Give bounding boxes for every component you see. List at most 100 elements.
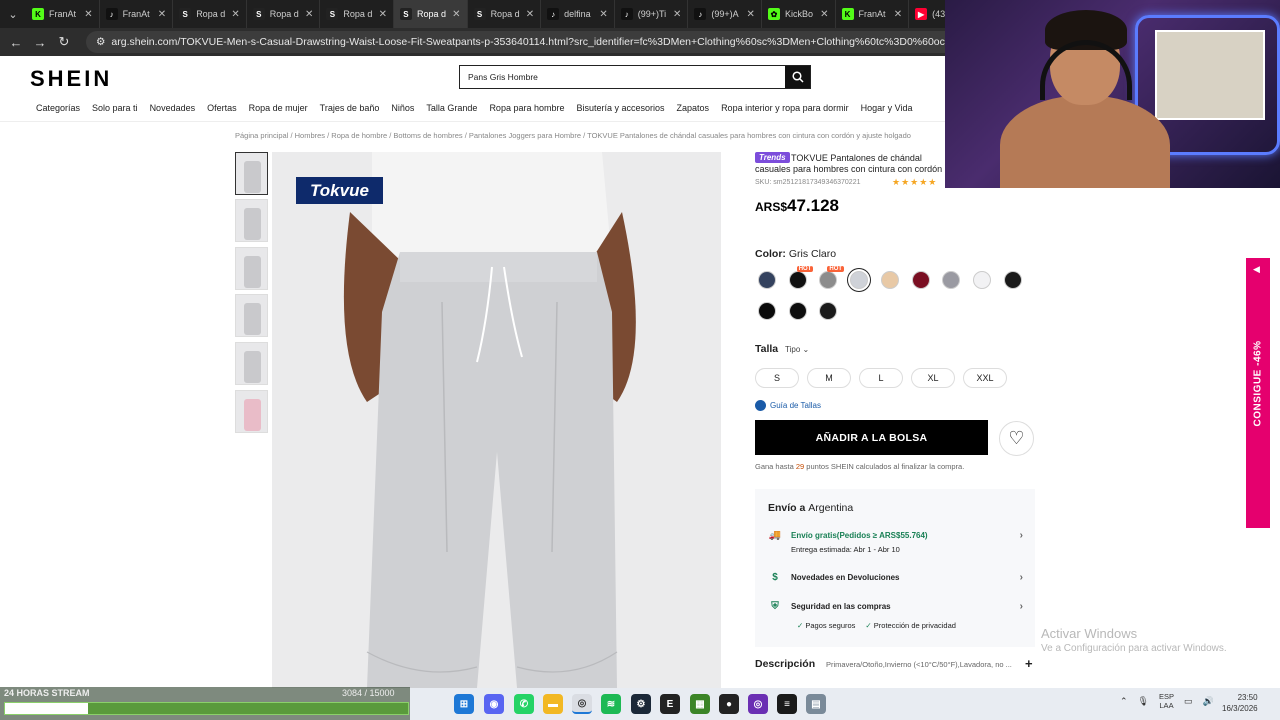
color-swatch[interactable] <box>819 271 838 289</box>
tab-close-icon[interactable]: ✕ <box>379 9 387 20</box>
nav-item[interactable]: Zapatos <box>677 103 710 113</box>
main-product-image[interactable] <box>272 152 721 688</box>
gallery-thumbnail[interactable] <box>235 199 268 242</box>
size-option[interactable]: XXL <box>963 368 1007 388</box>
color-swatch[interactable] <box>788 302 807 320</box>
returns-row[interactable]: $ Novedades en Devoluciones › <box>768 571 1023 583</box>
expand-plus-icon[interactable]: + <box>1025 656 1033 671</box>
size-option[interactable]: S <box>755 368 799 388</box>
browser-tab[interactable]: ✿ KickBo ✕ <box>762 0 836 28</box>
browser-tab[interactable]: S Ropa d ✕ <box>468 0 542 28</box>
tab-close-icon[interactable]: ✕ <box>305 9 313 20</box>
nav-item[interactable]: Categorías <box>36 103 80 113</box>
chrome-icon[interactable]: ◎ <box>572 694 592 714</box>
nav-item[interactable]: Talla Grande <box>426 103 477 113</box>
spotify-icon[interactable]: ≋ <box>601 694 621 714</box>
back-icon[interactable]: ← <box>6 32 26 52</box>
color-swatch[interactable] <box>911 271 930 289</box>
discord-icon[interactable]: ◉ <box>484 694 504 714</box>
color-swatch[interactable] <box>758 271 776 289</box>
app-icon[interactable]: ◎ <box>748 694 768 714</box>
nav-item[interactable]: Trajes de baño <box>320 103 380 113</box>
color-swatch[interactable] <box>972 271 991 289</box>
gallery-thumbnail[interactable] <box>235 247 268 290</box>
color-swatch[interactable] <box>758 302 776 320</box>
tab-close-icon[interactable]: ✕ <box>231 9 239 20</box>
forward-icon[interactable]: → <box>30 32 50 52</box>
gallery-thumbnail[interactable] <box>235 390 268 433</box>
tab-search-icon[interactable]: ⌄ <box>0 0 26 28</box>
reload-icon[interactable]: ↻ <box>54 32 74 52</box>
steam-icon[interactable]: ⚙ <box>631 694 651 714</box>
size-type-dropdown[interactable]: Tipo ⌄ <box>785 345 809 354</box>
nav-item[interactable]: Novedades <box>150 103 196 113</box>
microphone-icon[interactable]: 🎙 <box>1138 696 1149 707</box>
gallery-thumbnail[interactable] <box>235 342 268 385</box>
promo-side-tab[interactable]: ◀ CONSIGUE -46% <box>1246 258 1270 528</box>
taskbar-clock[interactable]: 23:50 16/3/2026 <box>1222 692 1258 714</box>
nav-item[interactable]: Hogar y Vida <box>861 103 913 113</box>
add-to-bag-button[interactable]: AÑADIR A LA BOLSA <box>755 420 988 455</box>
tab-close-icon[interactable]: ✕ <box>84 9 92 20</box>
browser-tab[interactable]: S Ropa d ✕ <box>320 0 394 28</box>
tab-close-icon[interactable]: ✕ <box>747 9 755 20</box>
nav-item[interactable]: Solo para ti <box>92 103 138 113</box>
color-swatch[interactable] <box>819 302 838 320</box>
browser-tab[interactable]: ♪ delfina ✕ <box>541 0 615 28</box>
search-button[interactable] <box>785 66 810 88</box>
description-label[interactable]: Descripción <box>755 658 815 670</box>
tab-close-icon[interactable]: ✕ <box>820 9 828 20</box>
nav-item[interactable]: Ropa para hombre <box>489 103 564 113</box>
terminal-icon[interactable]: ≡ <box>777 694 797 714</box>
tab-close-icon[interactable]: ✕ <box>894 9 902 20</box>
size-option[interactable]: L <box>859 368 903 388</box>
search-input[interactable]: Pans Gris Hombre <box>460 66 785 88</box>
shipping-title[interactable]: Envío a Argentina <box>768 502 853 514</box>
calculator-icon[interactable]: ▤ <box>806 694 826 714</box>
language-indicator[interactable]: ESP LAA <box>1159 692 1174 710</box>
color-swatch[interactable] <box>788 271 807 289</box>
browser-tab[interactable]: ♪ (99+)Ti ✕ <box>615 0 689 28</box>
tab-close-icon[interactable]: ✕ <box>158 9 166 20</box>
color-swatch[interactable] <box>880 271 899 289</box>
color-swatch[interactable] <box>1003 271 1022 289</box>
size-option[interactable]: M <box>807 368 851 388</box>
gallery-thumbnail[interactable] <box>235 152 268 195</box>
chevron-up-icon[interactable]: ⌃ <box>1120 696 1128 707</box>
file-explorer-icon[interactable]: ▬ <box>543 694 563 714</box>
security-row[interactable]: ⛨ Seguridad en las compras › <box>768 600 1023 612</box>
nav-item[interactable]: Niños <box>391 103 414 113</box>
trends-badge[interactable]: Trends <box>755 152 790 163</box>
rating-stars[interactable]: ★★★★★ <box>892 177 937 188</box>
free-shipping-row[interactable]: 🚚 Envío gratis(Pedidos ≥ ARS$55.764) › <box>768 529 1023 541</box>
volume-icon[interactable]: 🔊 <box>1203 696 1214 707</box>
tab-close-icon[interactable]: ✕ <box>526 9 534 20</box>
nav-item[interactable]: Ropa de mujer <box>249 103 308 113</box>
color-swatch[interactable] <box>942 271 961 289</box>
size-option[interactable]: XL <box>911 368 955 388</box>
minecraft-icon[interactable]: ▦ <box>690 694 710 714</box>
site-info-icon[interactable]: ⚙ <box>96 36 105 48</box>
tab-close-icon[interactable]: ✕ <box>452 9 460 20</box>
nav-item[interactable]: Ropa interior y ropa para dormir <box>721 103 849 113</box>
browser-tab[interactable]: S Ropa d ✕ <box>173 0 247 28</box>
browser-tab[interactable]: ♪ FranAt ✕ <box>100 0 174 28</box>
gallery-thumbnail[interactable] <box>235 294 268 337</box>
browser-tab[interactable]: S Ropa d ✕ <box>247 0 321 28</box>
browser-tab[interactable]: ♪ (99+)A ✕ <box>688 0 762 28</box>
epic-games-icon[interactable]: E <box>660 694 680 714</box>
nav-item[interactable]: Ofertas <box>207 103 237 113</box>
browser-tab[interactable]: K FranAt ✕ <box>836 0 910 28</box>
whatsapp-icon[interactable]: ✆ <box>514 694 534 714</box>
tab-close-icon[interactable]: ✕ <box>599 9 607 20</box>
browser-tab[interactable]: K FranAt ✕ <box>26 0 100 28</box>
start-icon[interactable]: ⊞ <box>454 694 474 714</box>
obs-icon[interactable]: ● <box>719 694 739 714</box>
size-guide-link[interactable]: Guía de Tallas <box>755 400 821 411</box>
color-swatch[interactable] <box>850 271 869 289</box>
tab-close-icon[interactable]: ✕ <box>673 9 681 20</box>
network-icon[interactable]: ▭ <box>1184 696 1193 707</box>
shein-logo[interactable]: SHEIN <box>30 66 112 92</box>
browser-tab[interactable]: S Ropa d ✕ <box>393 0 468 28</box>
wishlist-heart-icon[interactable]: ♡ <box>999 421 1034 456</box>
